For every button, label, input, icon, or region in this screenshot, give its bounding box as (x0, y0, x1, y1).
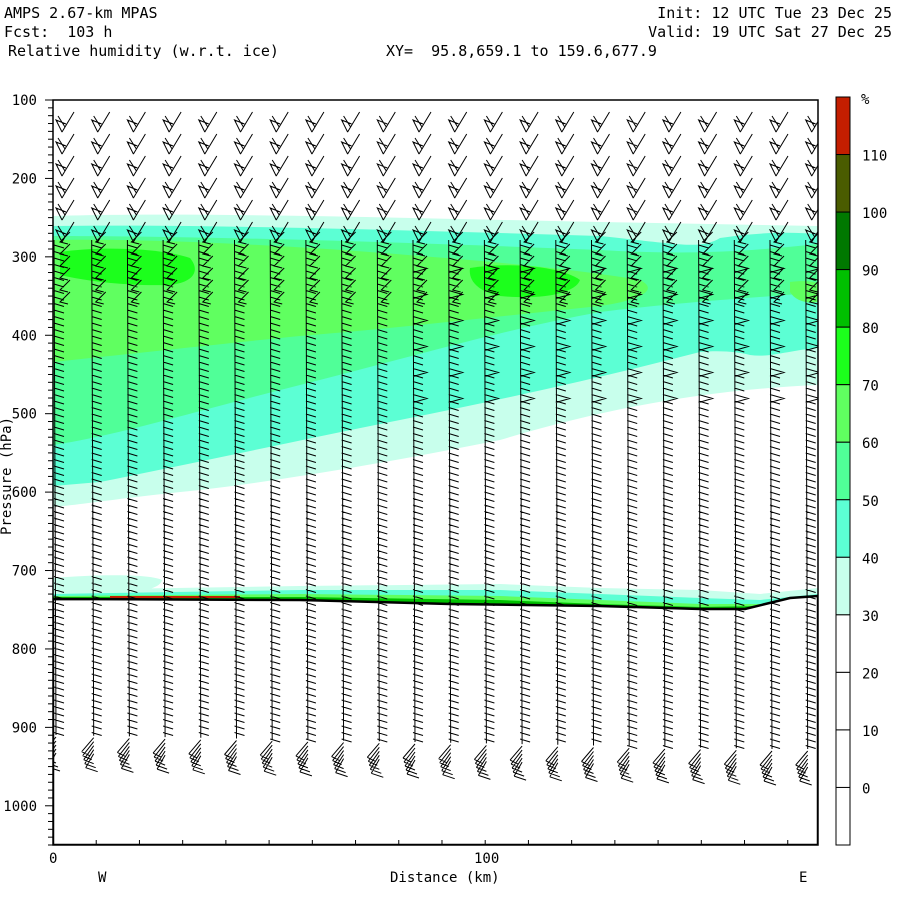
y-tick-label: 700 (12, 564, 37, 580)
colorbar-label: 60 (862, 436, 879, 452)
colorbar-swatch (835, 154, 851, 213)
colorbar-swatch (835, 499, 851, 558)
y-tick-label: 900 (12, 720, 37, 736)
colorbar-swatch (835, 671, 851, 731)
colorbar-label: 110 (862, 149, 887, 165)
y-tick-label: 300 (12, 250, 37, 266)
colorbar-label: 30 (862, 609, 879, 625)
y-axis (45, 99, 53, 846)
colorbar-swatch (835, 211, 851, 271)
east-label: E (799, 870, 807, 886)
y-tick-label: 500 (12, 407, 37, 423)
y-axis-label: Pressure (hPa) (0, 417, 15, 535)
y-tick-label: 400 (12, 328, 37, 344)
colorbar-label: 100 (862, 206, 887, 222)
cross-section-chart: 0 100 W E Distance (km) Pressure (hPa) 1… (0, 92, 887, 886)
colorbar-unit: % (861, 92, 870, 108)
colorbar-swatch (835, 384, 851, 443)
colorbar-label: 90 (862, 264, 879, 280)
y-tick-label: 1000 (3, 799, 37, 815)
colorbar-swatch (835, 786, 851, 846)
y-tick-label: 200 (12, 171, 37, 187)
colorbar-label: 20 (862, 666, 879, 682)
colorbar-swatch (835, 96, 851, 156)
rh-fill (53, 214, 818, 845)
colorbar-swatch (835, 556, 851, 616)
y-tick-label: 800 (12, 642, 37, 658)
colorbar-swatch (835, 441, 851, 501)
y-tick-label: 100 (12, 93, 37, 109)
colorbar-swatch (835, 729, 851, 788)
west-label: W (98, 870, 107, 886)
x-tick-label: 100 (474, 851, 499, 867)
x-tick-label: 0 (49, 851, 57, 867)
y-tick-label: 600 (12, 485, 37, 501)
colorbar-swatch (835, 326, 851, 386)
x-axis-label: Distance (km) (390, 870, 500, 886)
colorbar-swatch (835, 614, 851, 673)
colorbar-label: 50 (862, 494, 879, 510)
colorbar-label: 0 (862, 781, 870, 797)
colorbar-swatch (835, 269, 851, 328)
colorbar: 1101009080706050403020100 (835, 96, 887, 846)
colorbar-label: 40 (862, 551, 879, 567)
colorbar-label: 70 (862, 379, 879, 395)
colorbar-label: 10 (862, 724, 879, 740)
colorbar-label: 80 (862, 321, 879, 337)
